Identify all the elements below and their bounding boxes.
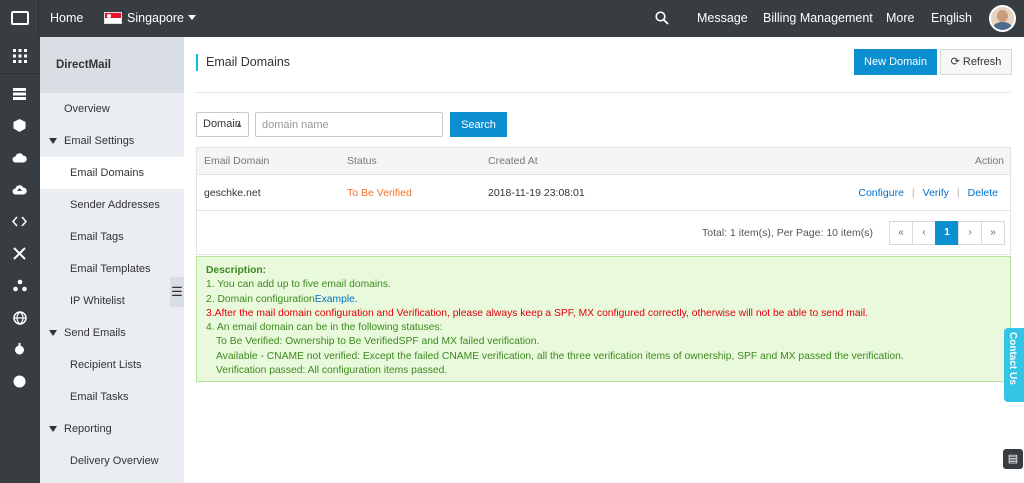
refresh-label: Refresh — [962, 56, 1002, 68]
sidebar-item-ip-whitelist[interactable]: IP Whitelist — [40, 285, 184, 317]
description-line: 1. You can add up to five email domains. — [206, 279, 391, 291]
page-title: Email Domains — [196, 54, 290, 71]
refresh-icon: ⟳ — [950, 56, 960, 68]
contact-us-tab[interactable]: Contact Us — [1004, 328, 1024, 402]
code-icon[interactable] — [11, 215, 28, 230]
language-selector[interactable]: English — [931, 0, 972, 37]
sidebar: DirectMail Overview Email Settings Email… — [40, 37, 184, 483]
row-actions: Configure | Verify | Delete — [858, 176, 998, 211]
sort-arrows-icon: ▲ — [235, 120, 243, 129]
globe-icon[interactable] — [12, 311, 27, 326]
delete-link[interactable]: Delete — [968, 187, 998, 199]
triangle-down-icon — [49, 138, 57, 144]
refresh-button[interactable]: ⟳ Refresh — [940, 49, 1012, 75]
cloud-icon[interactable] — [12, 151, 27, 166]
search-icon[interactable] — [655, 11, 669, 25]
sidebar-group-label: Reporting — [64, 423, 112, 435]
rail-divider — [0, 73, 40, 74]
email-domains-table: Email Domain Status Created At Action ge… — [196, 147, 1011, 255]
sidebar-collapse-icon[interactable]: ☰ — [170, 277, 184, 307]
new-domain-button[interactable]: New Domain — [854, 49, 937, 75]
sidebar-item-recipient-lists[interactable]: Recipient Lists — [40, 349, 184, 381]
description-line: 4. An email domain can be in the followi… — [206, 322, 443, 334]
column-header-action: Action — [974, 155, 1004, 167]
previous-page-button[interactable]: ‹ — [912, 221, 936, 245]
region-selector[interactable]: Singapore — [104, 0, 196, 37]
billing-management-link[interactable]: Billing Management — [763, 0, 873, 37]
gear-icon[interactable] — [12, 343, 27, 358]
sidebar-item-email-tasks[interactable]: Email Tasks — [40, 381, 184, 413]
chevron-down-icon — [188, 15, 196, 20]
page-1-button[interactable]: 1 — [935, 221, 959, 245]
description-line: Verification passed: All configuration i… — [216, 365, 448, 377]
sidebar-group-label: Email Settings — [64, 135, 135, 147]
sidebar-item-delivery-overview[interactable]: Delivery Overview — [40, 445, 184, 477]
more-menu[interactable]: More — [886, 0, 914, 37]
description-line: Available - CNAME not verified: Except t… — [216, 350, 904, 362]
pagination-total: Total: 1 item(s), Per Page: 10 item(s) — [702, 227, 873, 239]
action-separator: | — [956, 187, 960, 199]
verify-link[interactable]: Verify — [923, 187, 949, 199]
region-label: Singapore — [127, 11, 184, 25]
server-icon[interactable] — [12, 87, 27, 102]
table-header: Email Domain Status Created At Action — [197, 148, 1010, 175]
last-page-button[interactable]: » — [981, 221, 1005, 245]
action-separator: | — [911, 187, 915, 199]
share-icon[interactable] — [12, 279, 27, 294]
contact-us-label: Contact Us — [1007, 332, 1018, 385]
message-link[interactable]: Message — [697, 0, 748, 37]
sidebar-item-overview[interactable]: Overview — [40, 93, 184, 125]
first-page-button[interactable]: « — [889, 221, 913, 245]
sidebar-item-email-domains[interactable]: Email Domains — [40, 157, 184, 189]
example-link[interactable]: Example. — [315, 294, 358, 305]
description-warning: 3.After the mail domain configuration an… — [206, 307, 869, 319]
sidebar-item-email-tags[interactable]: Email Tags — [40, 221, 184, 253]
grid-icon[interactable] — [12, 49, 27, 64]
sidebar-group-reporting[interactable]: Reporting — [40, 413, 184, 445]
column-header-status: Status — [347, 155, 377, 167]
sidebar-item-email-templates[interactable]: Email Templates — [40, 253, 184, 285]
main-content: Email Domains New Domain ⟳ Refresh Domai… — [184, 37, 1024, 483]
user-avatar[interactable] — [989, 5, 1016, 32]
search-field-select[interactable]: Domain ▲ — [196, 112, 249, 137]
sidebar-group-label: Send Emails — [64, 327, 126, 339]
triangle-down-icon — [49, 330, 57, 336]
sidebar-item-sender-addresses[interactable]: Sender Addresses — [40, 189, 184, 221]
description-text: 2. Domain configuration — [206, 293, 315, 305]
circle-icon[interactable] — [12, 375, 27, 390]
column-header-created-at: Created At — [488, 155, 538, 167]
search-button[interactable]: Search — [450, 112, 507, 137]
topbar-divider — [38, 0, 39, 37]
cell-created-at: 2018-11-19 23:08:01 — [488, 187, 585, 199]
singapore-flag-icon — [104, 12, 122, 24]
cube-icon[interactable] — [12, 119, 27, 134]
table-footer: Total: 1 item(s), Per Page: 10 item(s) «… — [197, 212, 1010, 254]
product-icon-rail — [0, 37, 40, 483]
configure-link[interactable]: Configure — [858, 187, 904, 199]
status-badge: To Be Verified — [347, 187, 412, 199]
console-logo-icon[interactable] — [11, 11, 29, 25]
sidebar-title: DirectMail — [40, 37, 184, 93]
next-page-button[interactable]: › — [958, 221, 982, 245]
table-row: geschke.net To Be Verified 2018-11-19 23… — [197, 176, 1010, 211]
description-line: To Be Verified: Ownership to Be Verified… — [216, 336, 540, 348]
cell-email-domain: geschke.net — [204, 187, 261, 199]
top-navigation-bar: Home Singapore Message Billing Managemen… — [0, 0, 1024, 37]
sidebar-group-email-settings[interactable]: Email Settings — [40, 125, 184, 157]
column-header-email-domain: Email Domain — [204, 155, 270, 167]
chat-icon[interactable]: ▤ — [1003, 449, 1023, 469]
description-line: 2. Domain configurationExample. — [206, 293, 1001, 307]
home-link[interactable]: Home — [50, 0, 83, 37]
description-panel: Description: 1. You can add up to five e… — [196, 256, 1011, 382]
description-heading: Description: — [206, 265, 267, 276]
cloud-upload-icon[interactable] — [12, 183, 27, 198]
title-divider — [196, 92, 1011, 93]
sidebar-group-send-emails[interactable]: Send Emails — [40, 317, 184, 349]
network-icon[interactable] — [12, 247, 27, 262]
triangle-down-icon — [49, 426, 57, 432]
pagination: « ‹ 1 › » — [889, 221, 1005, 245]
domain-search-input[interactable] — [255, 112, 443, 137]
